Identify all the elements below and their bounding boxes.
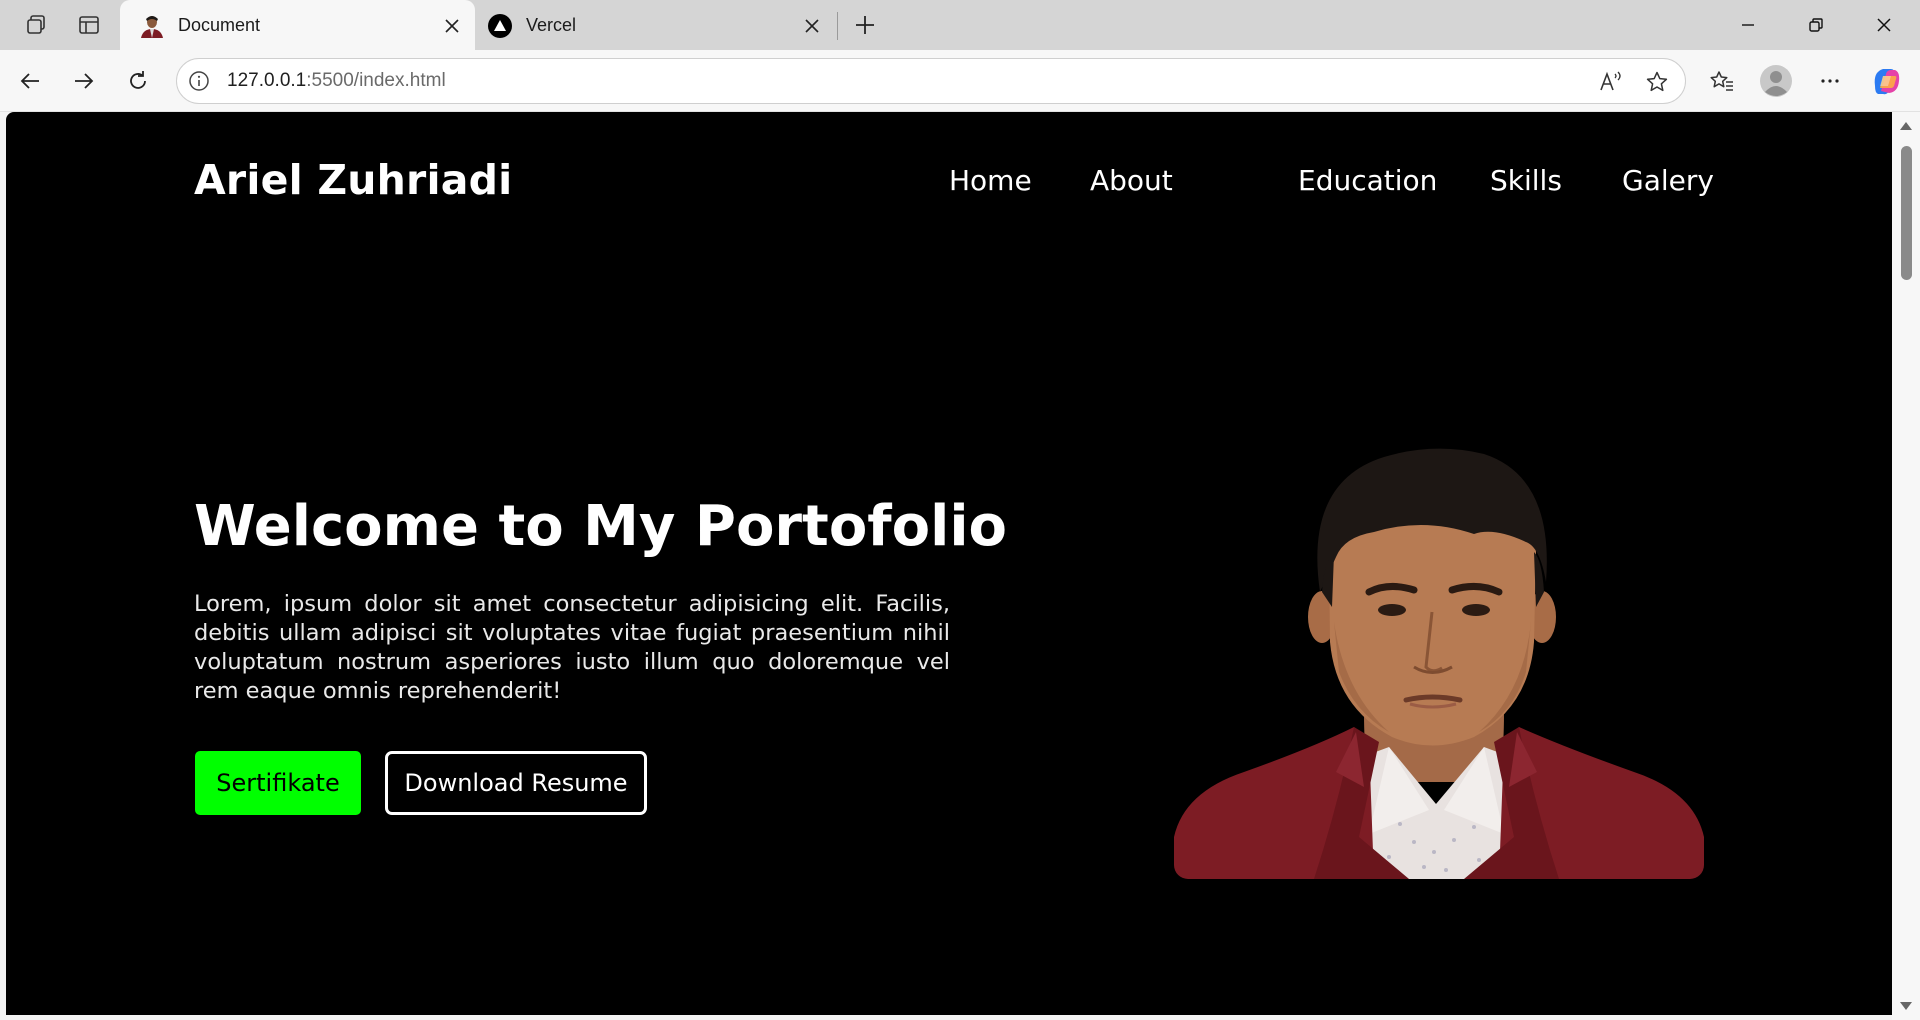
url-path: :5500/index.html [306, 70, 446, 91]
scrollbar-thumb[interactable] [1901, 146, 1912, 280]
tab-strip: Document Vercel [0, 0, 1920, 51]
close-icon[interactable] [799, 13, 825, 39]
restore-icon[interactable] [1782, 0, 1850, 50]
browser-toolbar: 127.0.0.1:5500/index.html [0, 50, 1920, 112]
tab-separator [837, 12, 838, 40]
scroll-down-icon[interactable] [1899, 1000, 1913, 1012]
nav-skills[interactable]: Skills [1490, 164, 1562, 197]
address-bar[interactable]: 127.0.0.1:5500/index.html [176, 58, 1686, 104]
site-logo[interactable]: Ariel Zuhriadi [194, 156, 512, 204]
nav-about[interactable]: About [1090, 164, 1173, 197]
hero-description: Lorem, ipsum dolor sit amet consectetur … [194, 591, 950, 704]
page-scrollbar[interactable] [1892, 112, 1920, 1020]
nav-education[interactable]: Education [1298, 164, 1437, 197]
profile-icon[interactable] [1754, 59, 1798, 103]
favorites-icon[interactable] [1700, 59, 1744, 103]
close-icon[interactable] [439, 13, 465, 39]
copilot-icon[interactable] [1864, 59, 1908, 103]
tab-document[interactable]: Document [120, 0, 475, 51]
read-aloud-icon[interactable] [1595, 66, 1627, 98]
vercel-favicon-icon [488, 13, 512, 38]
certificate-button[interactable]: Sertifikate [195, 751, 361, 815]
close-window-icon[interactable] [1850, 0, 1918, 50]
download-resume-button[interactable]: Download Resume [385, 751, 647, 815]
url-text: 127.0.0.1:5500/index.html [227, 70, 446, 92]
info-icon[interactable] [187, 69, 211, 93]
tab-title: Vercel [526, 15, 577, 35]
page-viewport: Ariel Zuhriadi Home About Education Skil… [6, 112, 1892, 1015]
new-tab-icon[interactable] [848, 8, 882, 42]
tab-title: Document [178, 15, 261, 35]
hero-title: Welcome to My Portofolio [194, 494, 1007, 559]
refresh-icon[interactable] [116, 59, 160, 103]
tab-actions-icon[interactable] [72, 8, 106, 42]
nav-galery[interactable]: Galery [1622, 164, 1714, 197]
nav-home[interactable]: Home [949, 164, 1032, 197]
back-icon[interactable] [8, 59, 52, 103]
profile-favicon-icon [140, 13, 164, 38]
scroll-up-icon[interactable] [1899, 120, 1913, 132]
forward-icon[interactable] [62, 59, 106, 103]
star-icon[interactable] [1641, 66, 1673, 98]
workspaces-icon[interactable] [19, 8, 53, 42]
minimize-icon[interactable] [1714, 0, 1782, 50]
url-host: 127.0.0.1 [227, 70, 307, 91]
tab-vercel[interactable]: Vercel [478, 0, 835, 51]
more-icon[interactable] [1808, 59, 1852, 103]
profile-photo [1174, 442, 1704, 879]
